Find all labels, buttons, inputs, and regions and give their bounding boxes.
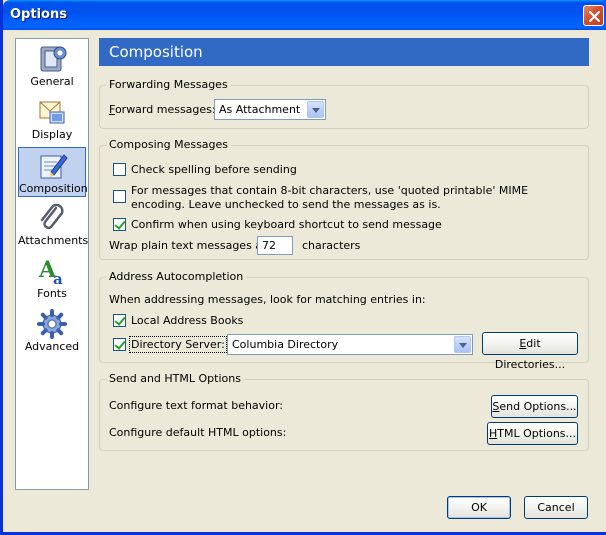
group-legend: Address Autocompletion: [106, 270, 247, 283]
spell-check-checkbox[interactable]: [113, 163, 126, 176]
sidebar-item-advanced[interactable]: Advanced: [18, 306, 86, 356]
composing-group: Composing Messages Check spelling before…: [99, 138, 589, 260]
dialog-body: General Display Composition Attachments …: [6, 30, 606, 532]
window-title: Options: [10, 7, 67, 22]
group-legend: Send and HTML Options: [106, 372, 244, 385]
chevron-down-icon[interactable]: [307, 101, 324, 118]
html-options-button[interactable]: HTML Options...: [487, 422, 578, 445]
forward-messages-label: Forward messages:: [109, 103, 216, 116]
options-window: Options General Display Composition Atta…: [0, 0, 606, 535]
sidebar-item-attachments[interactable]: Attachments: [18, 200, 89, 250]
gear-icon: [37, 309, 67, 339]
confirm-shortcut-checkbox[interactable]: [113, 218, 126, 231]
sidebar-item-label: Advanced: [24, 340, 80, 353]
quoted-printable-checkbox[interactable]: [113, 190, 126, 203]
fonts-icon: A a: [38, 257, 63, 287]
wrap-unit-label: characters: [302, 239, 361, 252]
text-format-label: Configure text format behavior:: [109, 399, 284, 412]
close-icon: [588, 10, 601, 23]
general-icon: [40, 46, 67, 72]
confirm-shortcut-label: Confirm when using keyboard shortcut to …: [131, 218, 442, 231]
sidebar-item-composition[interactable]: Composition: [18, 147, 88, 197]
directory-server-checkbox[interactable]: [113, 338, 126, 351]
wrap-width-input[interactable]: 72: [257, 236, 293, 255]
spell-check-label: Check spelling before sending: [131, 163, 297, 176]
directory-server-label: Directory Server:: [129, 336, 227, 353]
category-sidebar: General Display Composition Attachments …: [15, 38, 89, 490]
forward-messages-dropdown[interactable]: As Attachment: [214, 99, 326, 120]
forward-messages-value: As Attachment: [219, 103, 301, 116]
directory-server-value: Columbia Directory: [232, 338, 339, 351]
local-address-books-label: Local Address Books: [131, 314, 244, 327]
group-legend: Composing Messages: [106, 138, 232, 151]
cancel-button[interactable]: Cancel: [524, 496, 588, 519]
sidebar-item-label: Composition: [19, 182, 88, 195]
display-icon: [39, 101, 65, 124]
svg-text:a: a: [53, 270, 63, 287]
group-legend: Forwarding Messages: [106, 78, 231, 91]
sidebar-item-label: Fonts: [37, 287, 67, 300]
send-options-button[interactable]: Send Options...: [491, 395, 578, 418]
paperclip-icon: [40, 203, 64, 230]
sidebar-item-general[interactable]: General: [18, 41, 86, 91]
local-address-books-checkbox[interactable]: [113, 314, 126, 327]
chevron-down-icon[interactable]: [454, 336, 471, 353]
close-button[interactable]: [583, 5, 604, 26]
sidebar-item-label: General: [30, 75, 74, 88]
page-title: Composition: [99, 38, 589, 66]
composition-icon: [40, 154, 68, 179]
sidebar-item-display[interactable]: Display: [18, 94, 86, 144]
send-html-group: Send and HTML Options Configure text for…: [99, 372, 589, 451]
quoted-printable-label: For messages that contain 8-bit characte…: [131, 184, 529, 211]
autocomplete-intro: When addressing messages, look for match…: [109, 293, 426, 306]
wrap-label: Wrap plain text messages at: [109, 239, 267, 252]
edit-directories-button[interactable]: Edit Directories...: [482, 332, 578, 371]
autocompletion-group: Address Autocompletion When addressing m…: [99, 270, 589, 371]
sidebar-item-label: Display: [31, 128, 73, 141]
sidebar-item-label: Attachments: [18, 234, 89, 247]
sidebar-item-fonts[interactable]: A a Fonts: [18, 253, 86, 303]
forwarding-group: Forwarding Messages Forward messages: As…: [99, 78, 589, 129]
html-options-label: Configure default HTML options:: [109, 426, 287, 439]
title-bar[interactable]: Options: [3, 0, 606, 30]
ok-button[interactable]: OK: [447, 496, 511, 519]
directory-server-dropdown[interactable]: Columbia Directory: [227, 334, 473, 355]
